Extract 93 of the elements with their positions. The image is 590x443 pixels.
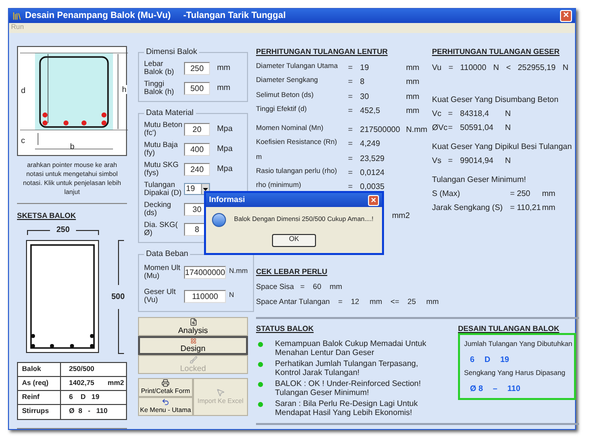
unit-label: mm — [406, 62, 420, 74]
dimension-label: d — [21, 85, 26, 97]
unit-label: mm — [406, 76, 420, 88]
result-text: N — [562, 62, 568, 74]
result-value: 23,529 — [360, 152, 386, 165]
result-text: = — [448, 155, 454, 167]
dropdown[interactable]: 19 — [184, 183, 210, 195]
equals-sign: = — [348, 90, 354, 103]
result-value: 8 — [360, 76, 366, 88]
equals-sign: = — [348, 167, 354, 180]
result-text: = 250 — [510, 188, 532, 200]
result-value: 110 — [507, 383, 520, 396]
subsection-label: Tulangan Geser Minimum! — [432, 174, 527, 186]
result-text: N — [505, 155, 511, 167]
unit-label: Mpa — [217, 143, 233, 155]
result-text: 50591,04 — [460, 122, 494, 134]
result-text: ØVc — [432, 122, 448, 134]
result-value: 30 — [360, 90, 370, 103]
result-value: – — [492, 383, 498, 396]
result-text: Vs — [432, 155, 442, 167]
result-text: < — [506, 62, 511, 74]
height-label: 500 — [111, 291, 125, 304]
result-value: 452,5 — [360, 104, 382, 117]
result-text: N — [505, 122, 511, 134]
equals-sign: = — [348, 181, 354, 194]
result-text: = — [448, 122, 454, 134]
width-label: 250 — [55, 224, 71, 236]
input-field[interactable]: 174000000 — [184, 266, 226, 278]
result-value: 19 — [360, 62, 370, 74]
result-text: N — [493, 62, 500, 74]
status-text: Saran : Bila Perlu Re-Design Lagi Untuk Mendapat Hasil Yang Lebih Ekonomis! — [275, 398, 419, 417]
unit-label: Mpa — [217, 123, 233, 135]
dimension-label: h — [121, 85, 128, 94]
result-value: 0,0124 — [360, 167, 386, 180]
dimension-label: b — [70, 141, 74, 153]
subsection-label: Kuat Geser Yang Dipikul Besi Tulangan — [432, 141, 573, 153]
group-title: Data Beban — [145, 248, 190, 260]
subsection-label: Kuat Geser Yang Disumbang Beton — [432, 94, 560, 106]
dialog-title: Informasi — [209, 194, 246, 206]
unit-label: N.mm — [406, 124, 428, 136]
result-text: Vu — [432, 62, 442, 74]
dimension-label: c — [21, 135, 25, 147]
input-field[interactable]: 240 — [184, 162, 210, 176]
result-text: mm — [542, 188, 556, 200]
unit-label: Mpa — [217, 163, 233, 175]
input-field[interactable]: 20 — [184, 122, 210, 136]
input-field[interactable]: 250 — [184, 62, 210, 74]
action-button[interactable]: Analysis — [138, 317, 248, 336]
equals-sign: = — [348, 104, 354, 117]
result-text: 84318,4 — [460, 108, 490, 120]
equals-sign: = — [348, 152, 354, 165]
result-text: 110000 — [460, 62, 486, 74]
status-text: Perhatikan Jumlah Tulangan Terpasang, Kontrol Jarak Tulangan! — [275, 358, 420, 377]
input-field[interactable]: 110000 — [184, 290, 226, 302]
window-title: Desain Penampang Balok (Mu-Vu) -Tulangan Tarik Tunggal — [25, 9, 286, 22]
result-text: mm — [542, 202, 556, 214]
result-text: 99014,94 — [460, 155, 494, 167]
result-value: Ø 8 — [470, 383, 483, 396]
result-value: 0,0035 — [360, 181, 386, 194]
status-text: Tulangan Geser Minimum! — [275, 388, 370, 397]
group-title: Data Material — [145, 107, 195, 119]
result-value: 19 — [500, 354, 510, 366]
result-value: 6 — [470, 354, 474, 366]
input-field[interactable]: 400 — [184, 142, 210, 156]
result-value: 4,249 — [360, 138, 382, 150]
unit-label: mm — [406, 90, 420, 103]
close-button[interactable]: × — [560, 10, 572, 22]
result-text: 252955,19 — [518, 62, 556, 74]
group-title: Dimensi Balok — [145, 46, 198, 58]
diagram-panel[interactable]: d h c b — [17, 46, 127, 156]
equals-sign: = — [348, 76, 354, 88]
result-value: D — [484, 354, 490, 366]
result-text: = 110,21 — [510, 202, 542, 214]
unit-label: mm2 — [392, 210, 410, 222]
unit-label: mm — [217, 62, 230, 74]
result-text: = — [448, 108, 454, 120]
result-value: 217500000 — [360, 124, 402, 136]
result-text: = — [448, 62, 454, 74]
result-text: N — [505, 108, 511, 120]
equals-sign: = — [348, 124, 354, 136]
equals-sign: = — [348, 62, 354, 74]
status-text: BALOK : OK ! Under-Reinforced Section! — [275, 378, 422, 388]
action-button[interactable]: Design — [138, 336, 248, 355]
dropdown-value: 19 — [185, 184, 196, 194]
close-button[interactable]: × — [368, 194, 379, 206]
input-field[interactable]: 500 — [184, 82, 210, 94]
result-text: S (Max) — [432, 188, 461, 200]
equals-sign: = — [348, 138, 354, 150]
result-text: Jarak Sengkang (S) — [432, 202, 504, 214]
unit-label: mm — [217, 82, 230, 94]
result-text: Vc — [432, 108, 442, 120]
status-text: Kemampuan Balok Cukup Memadai Untuk Menahan Lentur Dan Geser — [275, 338, 428, 357]
unit-label: mm — [406, 104, 420, 117]
